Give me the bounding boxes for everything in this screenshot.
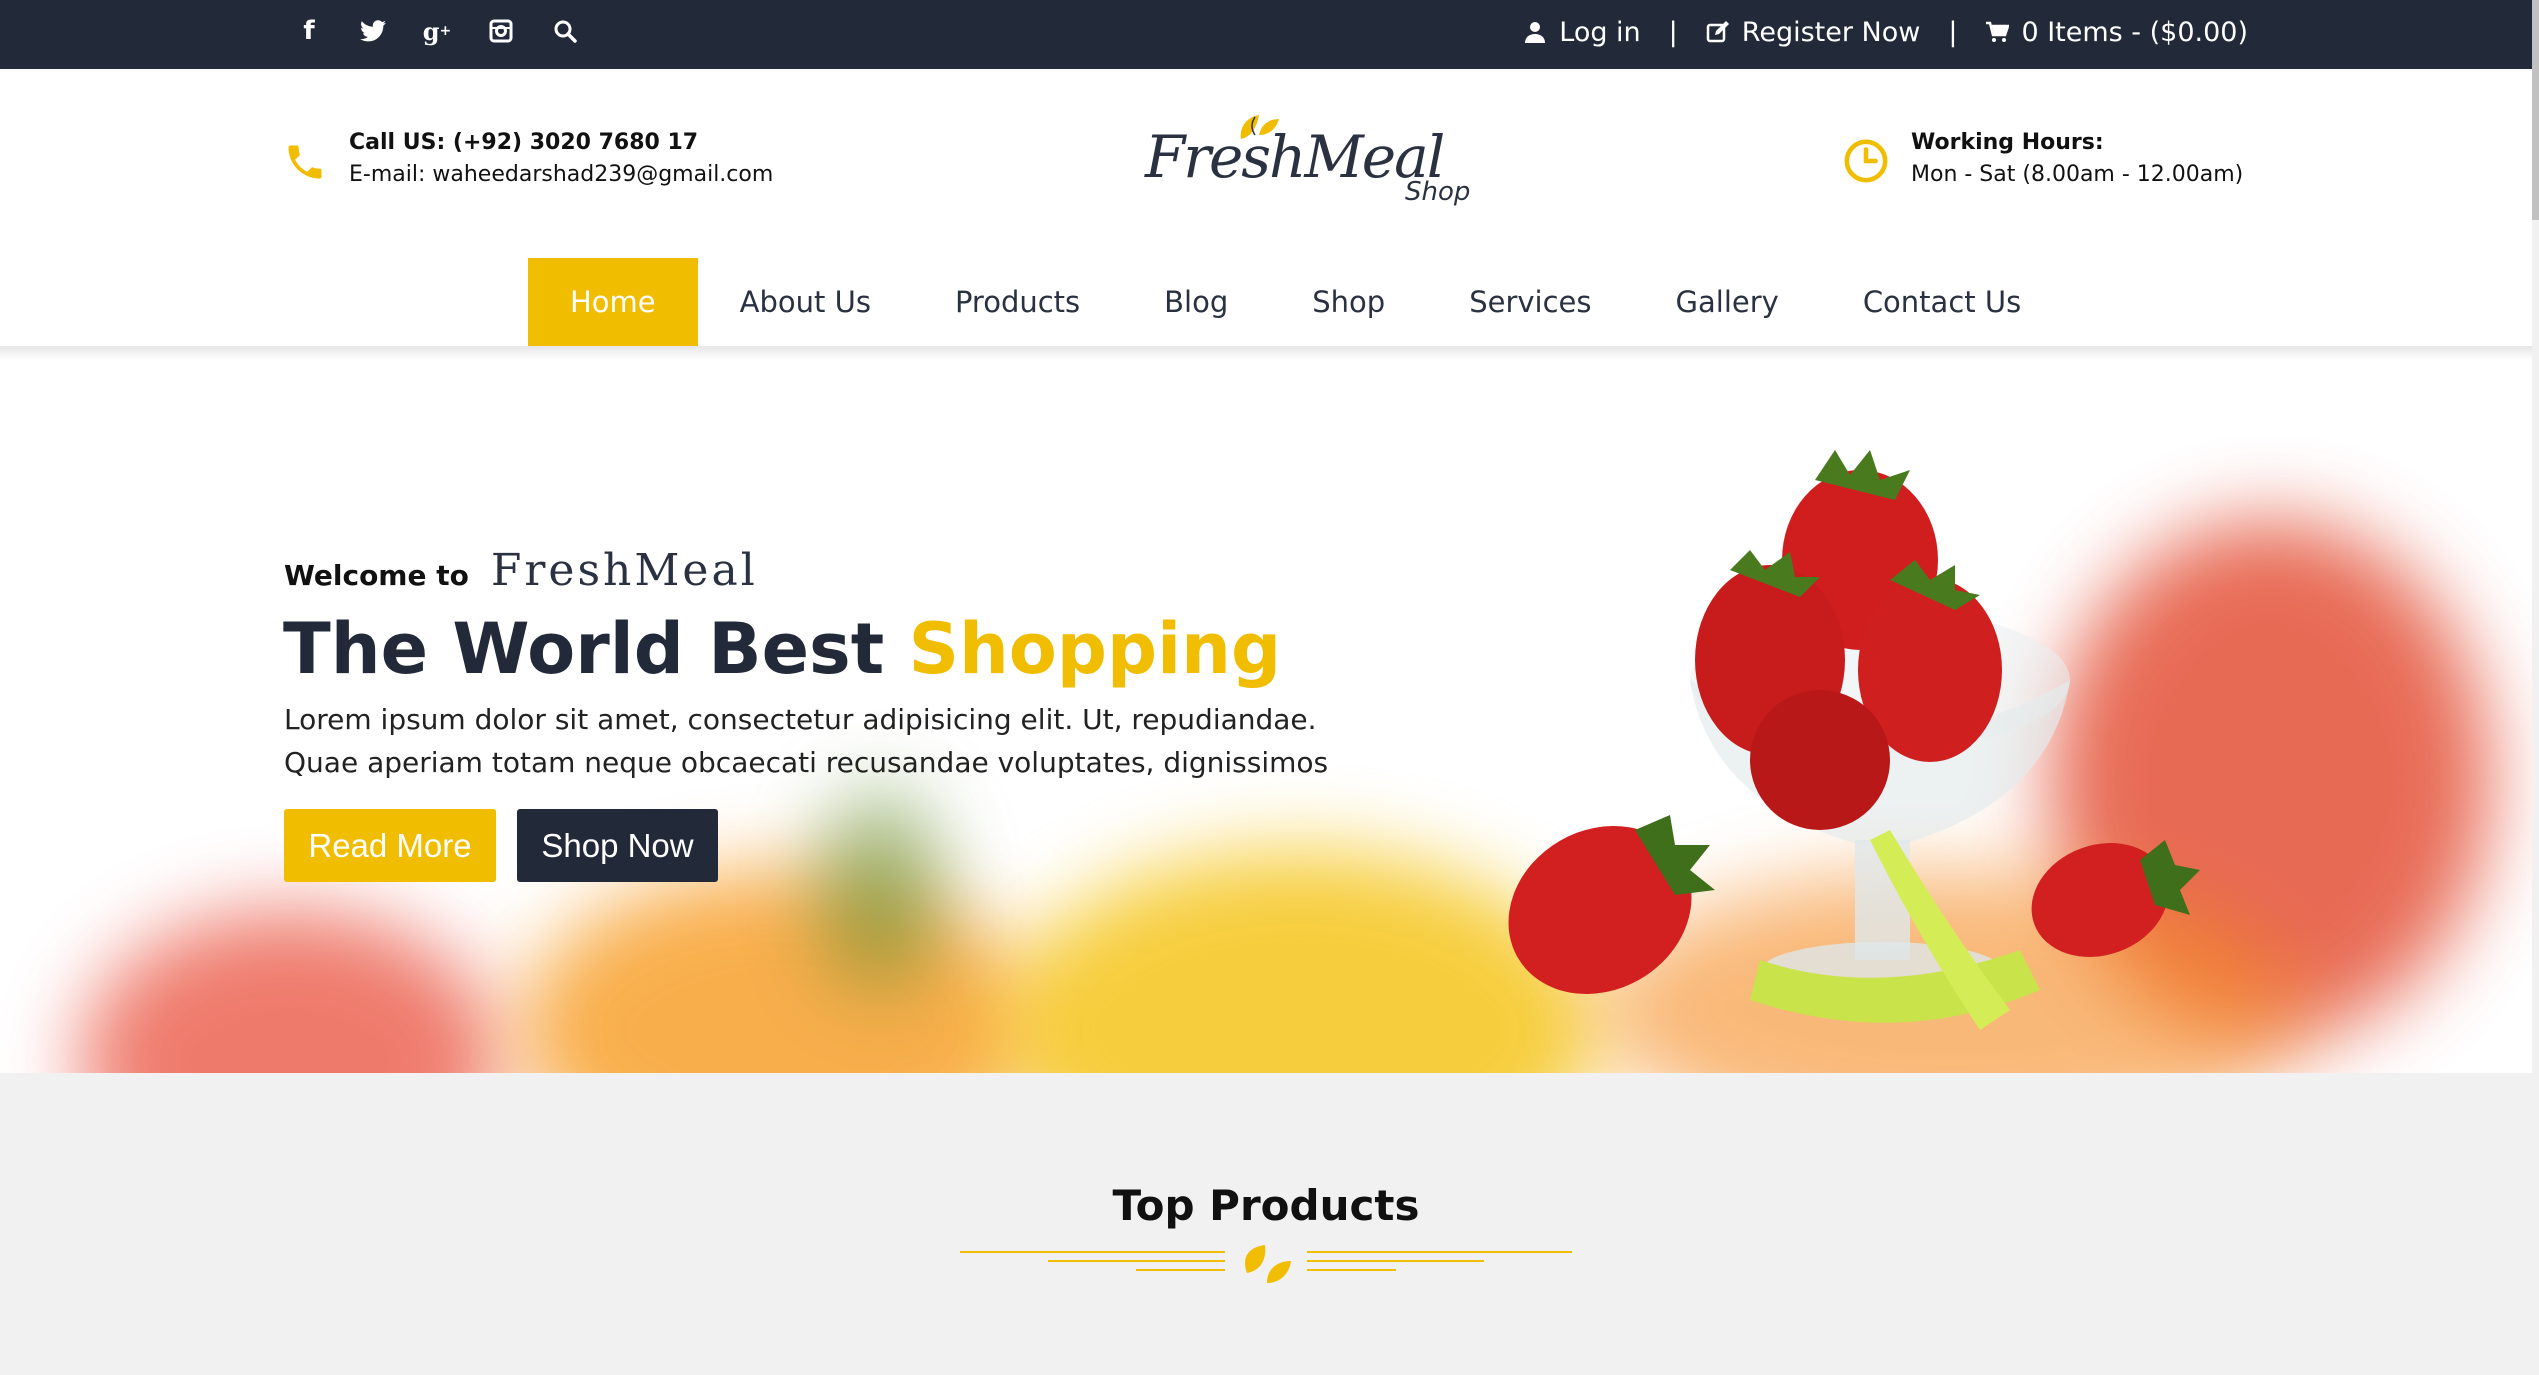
main-nav: Home About Us Products Blog Shop Service…	[528, 258, 2063, 346]
page-scrollbar[interactable]	[2532, 0, 2539, 1375]
top-products-section: Top Products	[0, 1073, 2532, 1375]
top-bar: f g + Log in | Register Now | 0 Items - (…	[0, 0, 2532, 69]
email-address: E-mail: waheedarshad239@gmail.com	[349, 162, 774, 187]
social-links: f g +	[292, 14, 582, 48]
separator: |	[1668, 16, 1678, 48]
edit-icon	[1706, 21, 1729, 43]
nav-item-services[interactable]: Services	[1427, 258, 1633, 346]
register-link[interactable]: Register Now	[1706, 16, 1921, 48]
nav-item-shop[interactable]: Shop	[1270, 258, 1427, 346]
strawberry-bowl-image	[1508, 450, 2200, 1030]
hours-title: Working Hours:	[1911, 130, 2104, 155]
hero-banner: Welcome to FreshMeal The World Best Shop…	[0, 350, 2532, 1073]
hero-background-red-fruit	[80, 910, 500, 1073]
shop-now-button[interactable]: Shop Now	[517, 809, 718, 882]
welcome-text: Welcome to	[284, 559, 469, 592]
nav-item-home[interactable]: Home	[528, 258, 698, 346]
clock-icon	[1844, 139, 1888, 183]
leaf-icon	[1245, 1245, 1291, 1283]
hero-background-orange-fruit	[520, 870, 1040, 1073]
hero-welcome: Welcome to FreshMeal	[284, 545, 758, 596]
nav-item-products[interactable]: Products	[913, 258, 1122, 346]
logo-text: FreshMeal	[1145, 123, 1445, 191]
cart-icon	[1986, 21, 2010, 42]
read-more-button[interactable]: Read More	[284, 809, 496, 882]
search-icon[interactable]	[548, 14, 582, 48]
headline-highlight: Shopping	[908, 608, 1282, 690]
hero-description-line: Quae aperiam totam neque obcaecati recus…	[284, 746, 1329, 779]
logo-subtext: Shop	[1405, 177, 1471, 207]
scrollbar-thumb[interactable]	[2532, 0, 2539, 220]
twitter-icon[interactable]	[356, 14, 390, 48]
nav-item-blog[interactable]: Blog	[1122, 258, 1270, 346]
user-icon	[1525, 22, 1546, 43]
instagram-icon[interactable]	[484, 14, 518, 48]
login-link[interactable]: Log in	[1523, 16, 1641, 48]
login-label: Log in	[1559, 16, 1641, 48]
hero-headline: The World Best Shopping	[283, 608, 1281, 690]
hero-description: Lorem ipsum dolor sit amet, consectetur …	[284, 698, 1384, 784]
nav-item-gallery[interactable]: Gallery	[1634, 258, 1821, 346]
account-links: Log in | Register Now | 0 Items - ($0.00…	[1523, 14, 2248, 50]
nav-item-about-us[interactable]: About Us	[698, 258, 913, 346]
hero-background-green-leaf	[820, 790, 940, 990]
phone-number: Call US: (+92) 3020 7680 17	[349, 130, 699, 155]
nav-shadow	[0, 346, 2532, 360]
nav-item-contact-us[interactable]: Contact Us	[1821, 258, 2063, 346]
facebook-icon[interactable]: f	[292, 14, 326, 48]
welcome-brand: FreshMeal	[490, 545, 758, 596]
title-divider	[960, 1245, 1572, 1283]
cart-link[interactable]: 0 Items - ($0.00)	[1985, 17, 2248, 48]
separator: |	[1948, 16, 1958, 48]
working-hours: Working Hours: Mon - Sat (8.00am - 12.00…	[1843, 130, 2243, 187]
google-plus-icon[interactable]: g +	[420, 14, 454, 48]
headline-main: The World Best	[283, 608, 909, 690]
hours-value: Mon - Sat (8.00am - 12.00am)	[1911, 162, 2244, 187]
hero-description-line: Lorem ipsum dolor sit amet, consectetur …	[284, 703, 1317, 736]
section-title: Top Products	[1112, 1181, 1420, 1230]
contact-info: Call US: (+92) 3020 7680 17 E-mail: wahe…	[283, 130, 773, 187]
cart-label: 0 Items - ($0.00)	[2021, 16, 2248, 48]
site-logo[interactable]: FreshMeal Shop	[1145, 105, 1475, 215]
register-label: Register Now	[1741, 16, 1921, 48]
phone-icon	[288, 145, 322, 179]
